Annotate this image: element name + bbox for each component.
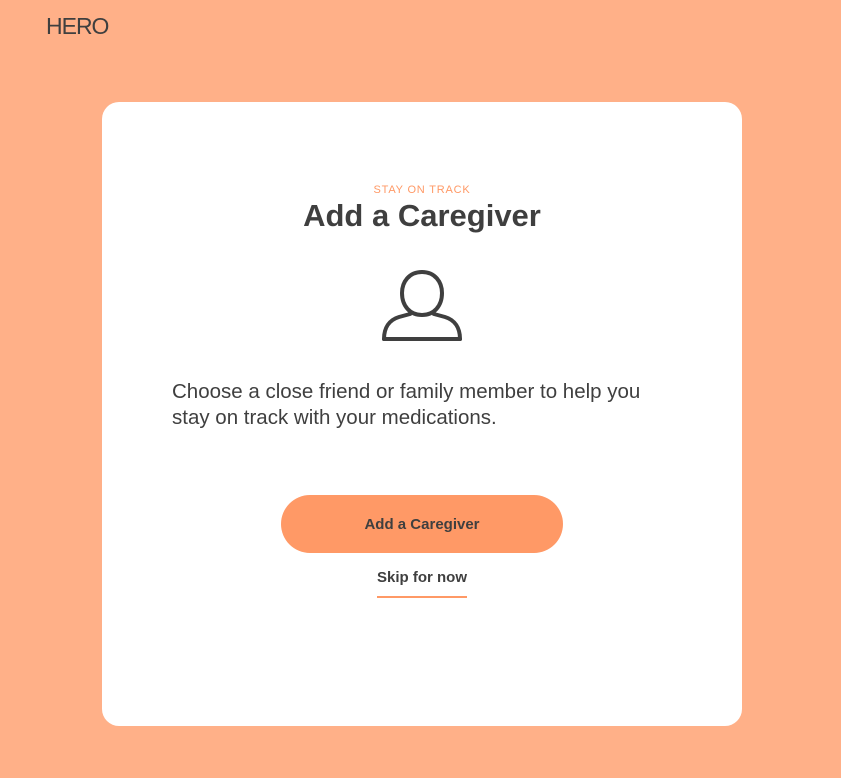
eyebrow-label: STAY ON TRACK <box>373 184 471 196</box>
skip-for-now-link[interactable]: Skip for now <box>372 569 472 586</box>
skip-link-underline <box>377 596 467 598</box>
add-caregiver-button[interactable]: Add a Caregiver <box>281 495 563 553</box>
page-title: Add a Caregiver <box>303 198 541 233</box>
person-outline-icon <box>382 270 462 341</box>
caregiver-description: Choose a close friend or family member t… <box>172 380 641 429</box>
add-caregiver-card: STAY ON TRACK Add a Caregiver Choose a c… <box>102 102 742 726</box>
hero-logo: HERO <box>46 13 109 39</box>
